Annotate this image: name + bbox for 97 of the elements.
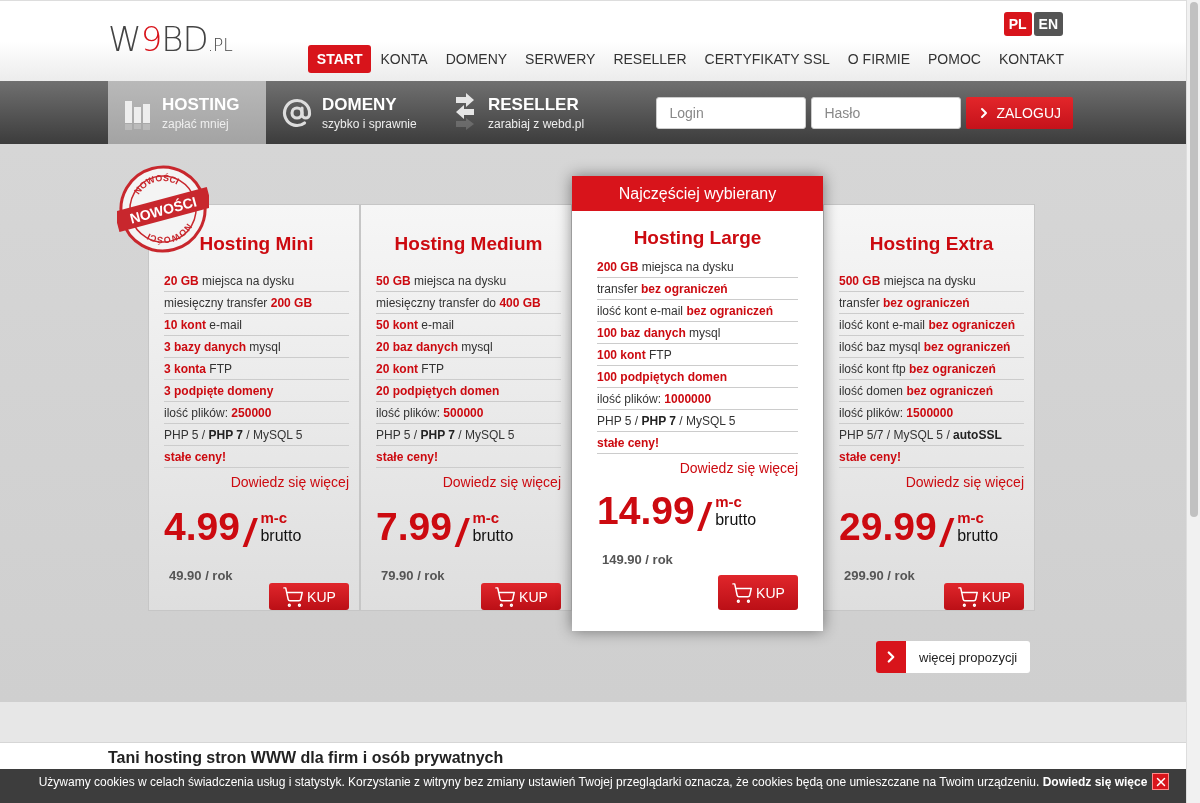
nav-link[interactable]: RESELLER [604,45,696,73]
feature-line: stałe ceny! [839,447,1024,468]
feature-line: ilość plików: 500000 [376,403,561,424]
tax-label: brutto [715,510,757,529]
feature-line: 3 konta FTP [164,359,349,380]
feature-line: PHP 5/7 / MySQL 5 / autoSSL [839,425,1024,446]
buy-button[interactable]: KUP [269,583,349,610]
feature-line: 20 kont FTP [376,359,561,380]
section-subtitle: szybko i sprawnie [322,116,417,131]
feature-line: 500 GB miejsca na dysku [839,271,1024,292]
feature-line: stałe ceny! [164,447,349,468]
plan-title: Hosting Medium [393,233,544,255]
feature-line: PHP 5 / PHP 7 / MySQL 5 [597,411,798,432]
feature-line: PHP 5 / PHP 7 / MySQL 5 [164,425,349,446]
learn-more-link[interactable]: Dowiedz się więcej [230,474,349,490]
monthly-price: 29.99 [839,506,937,548]
article-heading: Tani hosting stron WWW dla firm i osób prywatnych [108,748,505,767]
feature-line: 20 podpiętych domen [376,381,561,402]
period-label: m-c [472,510,501,526]
more-offers-button[interactable]: więcej propozycji [876,641,1031,673]
nav-link[interactable]: SERWERY [516,45,605,73]
buy-button[interactable]: KUP [481,583,561,610]
section-tab[interactable]: DOMENY szybko i sprawnie [266,81,436,144]
feature-line: ilość kont e-mail bez ograniczeń [597,301,798,322]
tax-label: brutto [472,526,514,545]
buy-button[interactable]: KUP [944,583,1024,610]
feature-line: ilość plików: 250000 [164,403,349,424]
scrollbar[interactable] [1186,0,1200,803]
login-button[interactable]: ZALOGUJ [966,96,1073,129]
feature-line: transfer bez ograniczeń [597,279,798,300]
feature-line: stałe ceny! [597,433,798,454]
feature-line: 3 podpięte domeny [164,381,349,402]
yearly-price: 149.90 / rok [602,552,674,567]
feature-line: ilość plików: 1500000 [839,403,1024,424]
feature-line: 200 GB miejsca na dysku [597,257,798,278]
section-subtitle: zapłać mniej [162,116,230,131]
feature-line: 10 kont e-mail [164,315,349,336]
monthly-price: 7.99 [376,506,452,548]
language-button[interactable]: PL [1003,12,1032,36]
section-title: RESELLER [488,94,580,115]
language-button[interactable]: EN [1033,12,1063,36]
cookie-info-link[interactable]: Dowiedz się więce [1042,775,1148,789]
monthly-price: 4.99 [164,506,240,548]
feature-line: ilość plików: 1000000 [597,389,798,410]
cart-icon [731,581,754,604]
section-title: DOMENY [322,94,398,115]
cart-icon [494,585,517,608]
feature-line: miesięczny transfer 200 GB [164,293,349,314]
nav-link[interactable]: KONTAKT [989,45,1073,73]
nav-link[interactable]: DOMENY [436,45,517,73]
period-label: m-c [260,510,289,526]
feature-line: transfer bez ograniczeń [839,293,1024,314]
section-title: HOSTING [162,94,240,115]
feature-line: ilość kont e-mail bez ograniczeń [839,315,1024,336]
feature-line: miesięczny transfer do 400 GB [376,293,561,314]
feature-line: PHP 5 / PHP 7 / MySQL 5 [376,425,561,446]
buy-button[interactable]: KUP [718,575,798,610]
feature-line: 20 baz danych mysql [376,337,561,358]
cart-icon [282,585,305,608]
cart-icon [957,585,980,608]
feature-line: ilość kont ftp bez ograniczeń [839,359,1024,380]
feature-line: ilość domen bez ograniczeń [839,381,1024,402]
learn-more-link[interactable]: Dowiedz się więcej [905,474,1024,490]
feature-line: 100 kont FTP [597,345,798,366]
nav-link[interactable]: POMOC [919,45,990,73]
feature-line: 100 podpiętych domen [597,367,798,388]
nav-link[interactable]: CERTYFIKATY SSL [695,45,839,73]
popular-banner: Najczęściej wybierany [572,176,823,211]
tax-label: brutto [260,526,302,545]
nav-link[interactable]: START [307,45,372,73]
plan-title: Hosting Large [632,227,763,249]
learn-more-link[interactable]: Dowiedz się więcej [442,474,561,490]
section-tab[interactable]: RESELLER zarabiaj z webd.pl [436,81,642,144]
yearly-price: 299.90 / rok [844,568,916,583]
section-subtitle: zarabiaj z webd.pl [488,116,585,131]
feature-line: ilość baz mysql bez ograniczeń [839,337,1024,358]
learn-more-link[interactable]: Dowiedz się więcej [679,460,798,476]
feature-line: 100 baz danych mysql [597,323,798,344]
tax-label: brutto [957,526,999,545]
feature-line: 20 GB miejsca na dysku [164,271,349,292]
cookie-notice: Używamy cookies w celach świadczenia usług i statystyk. Korzystanie z witryny bez zmiany ustawień Twojej przeglądarki oznacza, że cookies będą one umieszczane na Twoim urządzeniu. Dowiedz się więce [38,775,1148,789]
feature-line: stałe ceny! [376,447,561,468]
close-icon[interactable] [1152,773,1169,790]
nav-link[interactable]: O FIRMIE [838,45,920,73]
at-sign-icon [282,97,312,128]
login-field[interactable]: Login [656,96,807,129]
feature-line: 50 GB miejsca na dysku [376,271,561,292]
monthly-price: 14.99 [597,490,695,532]
feature-line: 50 kont e-mail [376,315,561,336]
plan-title: Hosting Extra [868,233,995,255]
period-label: m-c [715,494,743,510]
password-field[interactable]: Hasło [811,96,962,129]
nav-link[interactable]: KONTA [371,45,437,73]
period-label: m-c [957,510,985,526]
feature-line: 3 bazy danych mysql [164,337,349,358]
yearly-price: 79.90 / rok [381,568,446,583]
yearly-price: 49.90 / rok [169,568,234,583]
